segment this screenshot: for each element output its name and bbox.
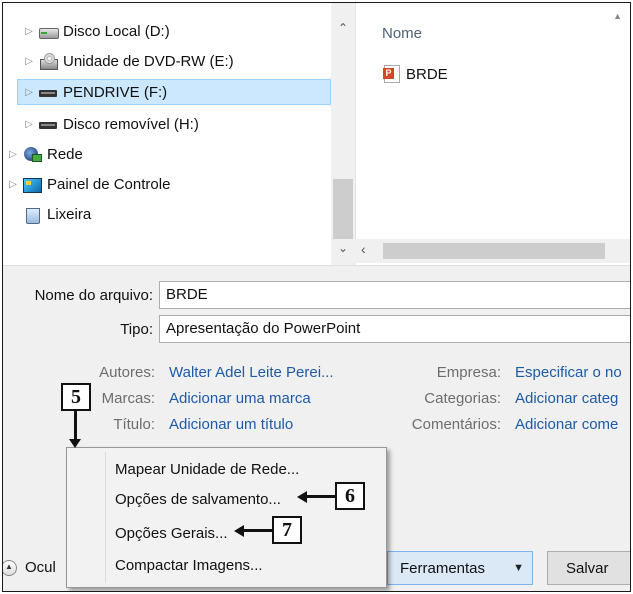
scroll-left-icon[interactable]: ‹ [361,241,366,257]
tree-item-rede[interactable]: ▷ Rede [7,141,83,167]
menu-item-compress-pictures[interactable]: Compactar Imagens... [115,557,263,574]
network-icon [23,146,42,162]
menu-item-save-options[interactable]: Opções de salvamento... [115,491,281,508]
column-header-name[interactable]: Nome [382,25,422,42]
save-button[interactable]: Salvar [547,551,630,585]
tree-item-label: Lixeira [47,205,92,223]
tools-menu: Mapear Unidade de Rede... Opções de salv… [66,447,387,588]
comments-value[interactable]: Adicionar come [515,416,618,433]
expand-arrow-icon[interactable]: ▷ [23,119,35,130]
scroll-down-icon[interactable]: ⌄ [331,241,355,255]
hide-folders-toggle[interactable]: Ocul [3,559,56,576]
file-name: BRDE [406,65,448,83]
authors-value[interactable]: Walter Adel Leite Perei... [169,364,334,381]
callout-6-arrow-icon [306,495,336,498]
callout-5-arrowhead-icon [69,439,81,448]
tree-item-label: Painel de Controle [47,175,171,193]
comments-label: Comentários: [411,416,501,433]
tree-item-label: Disco Local (D:) [63,22,170,40]
save-as-dialog: ▷ Disco Local (D:) ▷ Unidade de DVD-RW (… [2,2,631,592]
menu-item-map-network-drive[interactable]: Mapear Unidade de Rede... [115,461,299,478]
tree-item-label: Disco removível (H:) [63,115,199,133]
dropdown-arrow-icon: ▼ [513,562,524,574]
powerpoint-file-icon [383,65,400,83]
control-panel-icon [23,176,42,193]
scrollbar-thumb[interactable] [383,243,605,259]
recycle-bin-icon [23,206,41,224]
tools-label: Ferramentas [400,559,486,577]
file-list-pane: ▲ Nome BRDE [355,3,630,265]
callout-5: 5 [61,383,91,411]
hard-drive-icon [39,23,59,39]
tags-value[interactable]: Adicionar uma marca [169,390,311,407]
expand-arrow-icon[interactable]: ▷ [7,149,19,160]
callout-6: 6 [335,482,365,510]
tree-item-lixeira[interactable]: Lixeira [7,201,91,227]
callout-7: 7 [272,516,302,544]
company-label: Empresa: [436,364,501,381]
tree-item-label: Rede [47,145,83,163]
tree-item-painel-de-controle[interactable]: ▷ Painel de Controle [7,171,170,197]
hide-folders-label: Ocul [25,559,56,576]
menu-gutter [105,452,106,583]
usb-drive-icon [39,84,57,100]
tree-item-label: PENDRIVE (F:) [63,83,168,101]
collapse-icon [3,559,17,576]
tree-vertical-scrollbar[interactable]: ⌃ ⌄ [331,3,355,265]
company-value[interactable]: Especificar o no [515,364,622,381]
tree-item-disco-local-d[interactable]: ▷ Disco Local (D:) [23,18,170,44]
expand-arrow-icon[interactable]: ▷ [23,26,35,37]
categories-value[interactable]: Adicionar categ [515,390,618,407]
scrollbar-thumb[interactable] [333,179,353,239]
scroll-up-icon[interactable]: ⌃ [331,21,355,35]
authors-label: Autores: [99,364,155,381]
tools-button[interactable]: Ferramentas ▼ [387,551,533,585]
type-label: Tipo: [120,321,153,338]
type-select[interactable]: Apresentação do PowerPoint [159,315,630,343]
callout-5-arrow-icon [74,411,77,441]
file-list-horizontal-scrollbar[interactable]: ‹ [355,239,630,263]
file-item[interactable]: BRDE [383,65,448,83]
tree-item-disco-removivel-h[interactable]: ▷ Disco removível (H:) [23,111,199,137]
expand-arrow-icon[interactable]: ▷ [23,56,35,67]
callout-7-arrow-icon [243,529,273,532]
tree-item-dvd-rw-e[interactable]: ▷ Unidade de DVD-RW (E:) [23,48,234,74]
navigation-tree: ▷ Disco Local (D:) ▷ Unidade de DVD-RW (… [3,3,355,265]
dvd-drive-icon [39,53,58,70]
filename-label: Nome do arquivo: [34,287,153,304]
filename-input[interactable]: BRDE [159,281,630,309]
categories-label: Categorias: [424,390,501,407]
menu-item-general-options[interactable]: Opções Gerais... [115,525,228,542]
title-value[interactable]: Adicionar um título [169,416,293,433]
expand-arrow-icon[interactable]: ▷ [7,179,19,190]
sort-ascending-icon: ▲ [613,11,622,21]
tree-item-pendrive-f[interactable]: ▷ PENDRIVE (F:) [17,79,331,105]
removable-drive-icon [39,116,57,132]
tree-item-label: Unidade de DVD-RW (E:) [63,52,234,70]
expand-arrow-icon[interactable]: ▷ [23,87,35,98]
